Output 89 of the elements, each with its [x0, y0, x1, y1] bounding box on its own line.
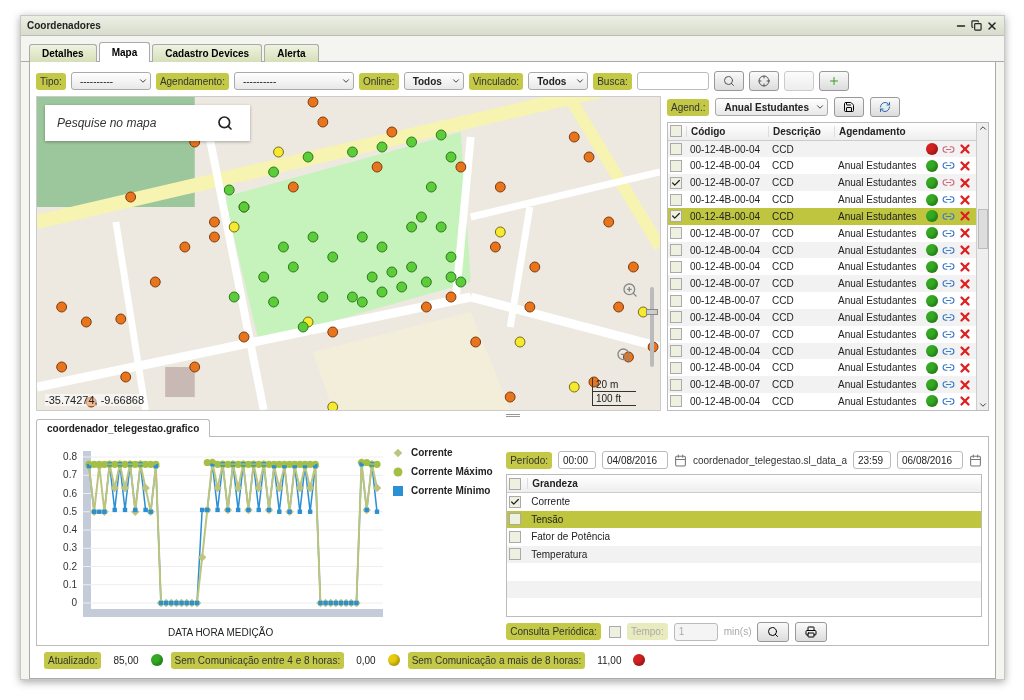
periodic-query-label: Consulta Periódica:	[506, 623, 601, 640]
axis-tick-label: 0.6	[63, 487, 77, 499]
axis-tick-label: 0.3	[63, 542, 77, 554]
table-cell-text: CCD	[771, 396, 795, 407]
time-label: Tempo:	[626, 623, 668, 640]
axis-title: DATA HORA MEDIÇÃO	[168, 627, 274, 638]
table-cell-text: Temperatura	[530, 548, 589, 560]
table-cell-text: Anual Estudantes	[837, 295, 918, 306]
legend-item: Corrente Máximo	[393, 466, 493, 477]
table-cell-text: 00-12-4B-00-04	[689, 261, 762, 273]
table-cell-text: 00-12-4B-00-07	[689, 177, 762, 189]
table-cell-text: CCD	[771, 278, 795, 290]
table-cell-text: CCD	[771, 210, 795, 222]
table-cell-text: Fator de Potência	[530, 531, 612, 543]
column-header: Código	[686, 125, 768, 137]
table-cell-text: CCD	[771, 362, 795, 374]
axis-tick-label: 0.5	[63, 505, 77, 517]
axis-tick-label: 0.7	[63, 469, 77, 481]
table-cell-text: 00-12-4B-00-04	[689, 396, 762, 407]
column-header: Grandeza	[527, 478, 981, 489]
table-cell-text: Anual Estudantes	[837, 278, 918, 290]
table-cell-text: 00-12-4B-00-04	[689, 362, 762, 374]
axis-tick-label: 0.2	[63, 560, 77, 572]
table-cell-text: CCD	[771, 328, 795, 340]
table-cell-text: 00-12-4B-00-07	[689, 278, 762, 290]
status-label: Sem Comunicação a mais de 8 horas:	[407, 651, 586, 669]
legend-item: Corrente Mínimo	[393, 485, 493, 496]
table-cell-text: Anual Estudantes	[837, 194, 918, 206]
axis-tick-label: 0.1	[63, 578, 77, 590]
status-label: Atualizado:	[44, 651, 102, 669]
table-cell-text: CCD	[771, 177, 795, 189]
table-cell-text: Anual Estudantes	[837, 345, 918, 357]
status-label: Sem Comunicação entre 4 e 8 horas:	[170, 651, 345, 669]
filter-label: Online:	[358, 72, 399, 90]
table-cell-text: Anual Estudantes	[837, 177, 918, 189]
table-cell-text: 00-12-4B-00-07	[689, 295, 762, 306]
coordinates-text: -35.74274, -9.66868	[45, 394, 145, 406]
table-cell-text: Tensão	[530, 513, 565, 525]
table-cell-text: CCD	[771, 227, 795, 239]
status-value: 85,00	[112, 654, 140, 666]
unit-text: min(s)	[723, 626, 752, 637]
table-cell-text: 00-12-4B-00-04	[689, 194, 762, 206]
table-cell-text: Anual Estudantes	[837, 328, 918, 340]
column-header: Agendamento	[834, 125, 926, 137]
table-cell-text: Anual Estudantes	[837, 261, 918, 273]
status-value: 0,00	[355, 654, 377, 666]
table-cell-text: 00-12-4B-00-07	[689, 328, 762, 340]
table-cell-text: CCD	[771, 261, 795, 273]
table-cell-text: CCD	[771, 160, 795, 172]
schedule-label: Agend.:	[667, 98, 710, 116]
table-cell-text: 00-12-4B-00-07	[689, 227, 762, 239]
window-title: Coordenadores	[27, 20, 101, 31]
table-cell-text: Anual Estudantes	[837, 396, 918, 407]
axis-tick-label: 0.4	[63, 524, 77, 535]
end-date-caption: coordenador_telegestao.sl_data_a	[693, 454, 847, 466]
table-cell-text: Anual Estudantes	[837, 379, 918, 391]
table-cell-text: Anual Estudantes	[837, 227, 918, 239]
table-cell-text: Anual Estudantes	[837, 311, 918, 323]
filter-label: Busca:	[593, 72, 632, 90]
table-cell-text: 00-12-4B-00-04	[689, 210, 762, 222]
table-cell-text: 00-12-4B-00-04	[689, 244, 762, 256]
axis-tick-label: 0.8	[63, 451, 77, 462]
table-cell-text: 00-12-4B-00-04	[689, 160, 762, 172]
axis-tick-label: 0	[71, 597, 77, 608]
table-cell-text: Anual Estudantes	[837, 160, 918, 172]
filter-label: Tipo:	[36, 72, 66, 90]
table-cell-text: 00-12-4B-00-04	[689, 143, 762, 155]
filter-label: Vinculado:	[468, 72, 524, 90]
table-cell-text: Anual Estudantes	[837, 362, 918, 374]
table-cell-text: Anual Estudantes	[837, 210, 918, 222]
filter-label: Agendamento:	[155, 72, 229, 90]
scale-label: 100 ft	[593, 392, 636, 406]
column-header: Descrição	[768, 125, 834, 137]
table-cell-text: 00-12-4B-00-07	[689, 379, 762, 391]
table-cell-text: 00-12-4B-00-04	[689, 311, 762, 323]
table-cell-text: CCD	[771, 194, 795, 206]
table-cell-text: CCD	[771, 295, 795, 306]
scale-label: 20 m	[593, 378, 636, 392]
table-cell-text: CCD	[771, 379, 795, 391]
table-cell-text: Anual Estudantes	[837, 244, 918, 256]
legend-item: Corrente	[393, 447, 493, 458]
status-value: 11,00	[596, 654, 623, 666]
table-cell-text: CCD	[771, 244, 795, 256]
table-cell-text: 00-12-4B-00-04	[689, 345, 762, 357]
period-label: Período:	[506, 451, 552, 469]
table-cell-text: Corrente	[530, 496, 572, 508]
table-cell-text: CCD	[771, 143, 795, 155]
table-cell-text: CCD	[771, 345, 795, 357]
table-cell-text: CCD	[771, 311, 795, 323]
